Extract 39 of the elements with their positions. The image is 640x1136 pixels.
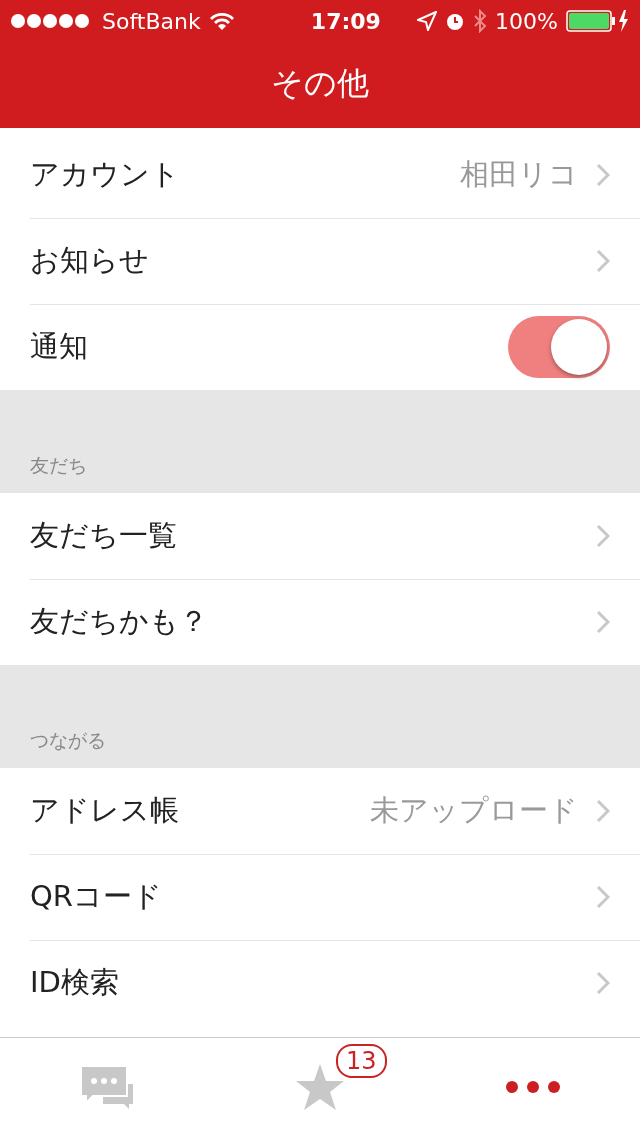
row-label: 友だち一覧	[30, 517, 177, 555]
row-value: 相田リコ	[460, 156, 578, 194]
settings-row[interactable]: お知らせ	[0, 218, 640, 304]
count-badge: 13	[336, 1044, 387, 1078]
location-arrow-icon	[417, 11, 438, 31]
row-label: 友だちかも？	[30, 603, 208, 641]
row-label: ID検索	[30, 964, 119, 1002]
settings-row[interactable]: アドレス帳 未アップロード	[0, 768, 640, 854]
star-icon[interactable]	[295, 1063, 345, 1111]
row-label: お知らせ	[30, 242, 149, 280]
wifi-icon	[208, 11, 235, 31]
chevron-right-icon	[596, 249, 610, 273]
chevron-right-icon	[596, 971, 610, 995]
carrier-name: SoftBank	[102, 7, 201, 36]
screen-title: その他	[271, 63, 369, 104]
toggle-switch[interactable]	[508, 316, 610, 378]
row-label: アドレス帳	[30, 792, 179, 830]
chevron-right-icon	[596, 524, 610, 548]
chevron-right-icon	[596, 610, 610, 634]
settings-row[interactable]: 友だちかも？	[0, 579, 640, 665]
settings-row[interactable]: アカウント 相田リコ	[0, 132, 640, 218]
row-label: アカウント	[30, 156, 180, 194]
clock-time: 17:09	[310, 7, 381, 36]
section-header: 友だち	[30, 452, 87, 478]
settings-row[interactable]: 友だち一覧	[0, 493, 640, 579]
chevron-right-icon	[596, 885, 610, 909]
row-label: QRコード	[30, 878, 162, 916]
row-value: 未アップロード	[370, 792, 578, 830]
chevron-right-icon	[596, 799, 610, 823]
settings-row[interactable]: ID検索	[0, 940, 640, 1026]
alarm-clock-icon	[445, 11, 466, 31]
section-header: つながる	[30, 727, 106, 753]
battery-percent: 100%	[495, 7, 558, 36]
settings-row[interactable]: QRコード	[0, 854, 640, 940]
more-dots-icon[interactable]	[505, 1080, 562, 1094]
bluetooth-icon	[473, 9, 488, 33]
battery-charging-icon	[566, 9, 630, 33]
row-label: 通知	[30, 328, 88, 366]
chevron-right-icon	[596, 163, 610, 187]
